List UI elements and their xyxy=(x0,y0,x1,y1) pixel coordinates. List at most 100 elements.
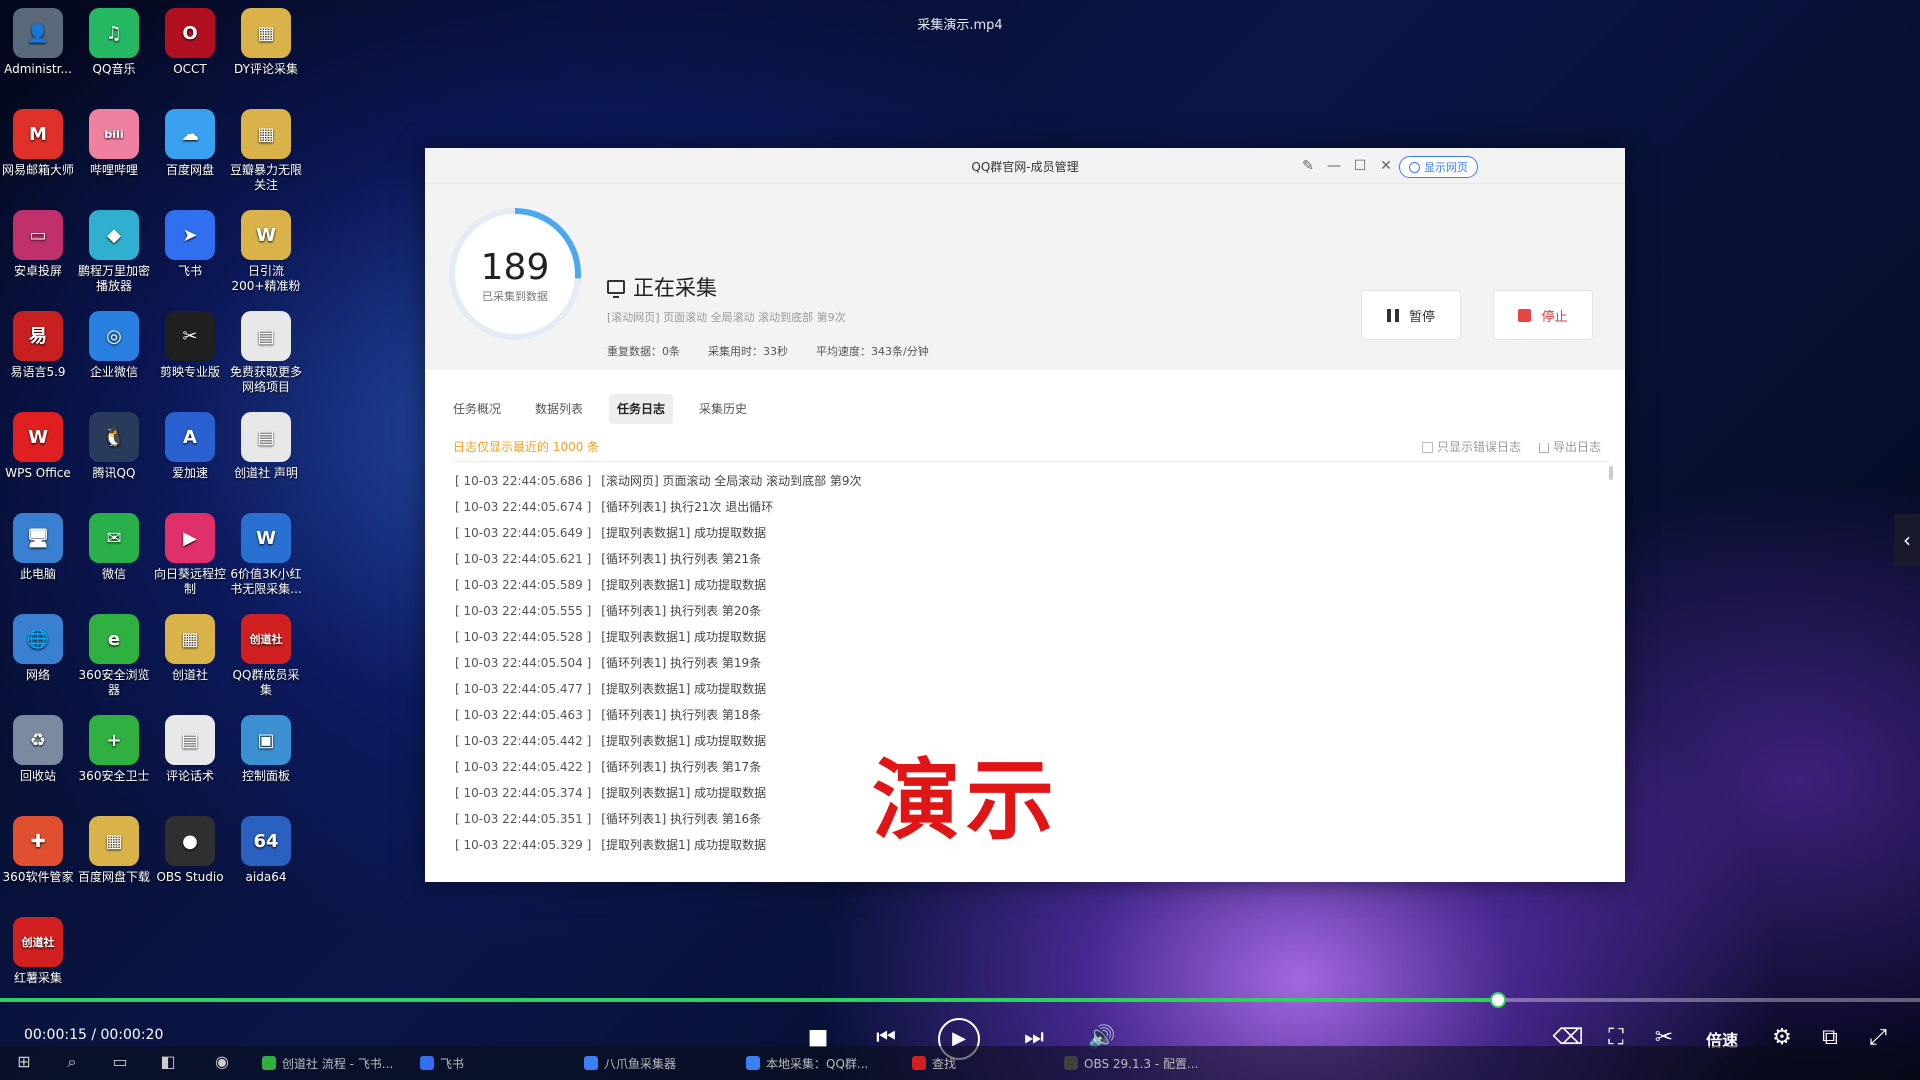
desktop-icon[interactable]: ♻ 回收站 xyxy=(0,715,76,784)
desktop-icon[interactable]: ▶ 向日葵远程控制 xyxy=(152,513,228,597)
desktop-icon[interactable]: 易易语言5.9 xyxy=(0,311,76,380)
app-icon: ▣ xyxy=(241,715,291,765)
chevron-left-icon[interactable]: ‹ xyxy=(1894,514,1920,566)
desktop-icon[interactable]: ● OBS Studio xyxy=(152,816,228,885)
desktop-icon[interactable]: +360安全卫士 xyxy=(76,715,152,784)
desktop-icon[interactable]: ▭ 安卓投屏 xyxy=(0,210,76,279)
desktop-icon[interactable]: ▤ 评论话术 xyxy=(152,715,228,784)
desktop-icon-label: QQ群成员采集 xyxy=(232,668,300,697)
log-message: [循环列表1] 执行21次 退出循环 xyxy=(601,500,774,514)
app-icon: ▤ xyxy=(241,412,291,462)
desktop-icon[interactable]: bili 哔哩哔哩 xyxy=(76,109,152,178)
desktop-icon[interactable]: ➤ 飞书 xyxy=(152,210,228,279)
desktop-icon[interactable]: ▦ 创道社 xyxy=(152,614,228,683)
desktop-icon[interactable]: ☁ 百度网盘 xyxy=(152,109,228,178)
desktop-icon[interactable]: M 网易邮箱大师 xyxy=(0,109,76,178)
log-message: [循环列表1] 执行列表 第19条 xyxy=(601,656,762,670)
log-timestamp: [ 10-03 22:44:05.351 ] xyxy=(455,812,592,826)
desktop-icon[interactable]: 创道社 红薯采集 xyxy=(0,917,76,986)
app-icon: ◆ xyxy=(89,210,139,260)
tab-overview[interactable]: 任务概况 xyxy=(445,394,509,424)
task-view-icon[interactable]: ▭ xyxy=(110,1052,130,1072)
desktop-icon[interactable]: ▤ 创道社 声明 xyxy=(228,412,304,481)
pause-button[interactable]: 暂停 xyxy=(1361,290,1461,340)
log-message: [提取列表数据1] 成功提取数据 xyxy=(601,838,767,852)
desktop-icon-label: 此电脑 xyxy=(19,567,56,581)
stats-row: 重复数据：0条 采集用时：33秒 平均速度：343条/分钟 xyxy=(607,343,929,359)
desktop-icon[interactable]: 64 aida64 xyxy=(228,816,304,885)
desktop-icon[interactable]: ▦ DY评论采集 xyxy=(228,8,304,77)
export-log-button[interactable]: 导出日志 xyxy=(1538,438,1601,455)
desktop-icon[interactable]: 🖥 此电脑 xyxy=(0,513,76,582)
desktop-icon[interactable]: O OCCT xyxy=(152,8,228,77)
log-notice: 日志仅显示最近的 1000 条 xyxy=(453,440,600,454)
desktop-icons: 👤 Administr... ♫ QQ音乐 O OCCT ▦ DY评论采集 M 网易邮箱大师 bil… xyxy=(0,0,310,1000)
video-progress-knob[interactable] xyxy=(1489,992,1506,1008)
desktop-icon-label: QQ音乐 xyxy=(92,62,136,76)
desktop-icon[interactable]: 👤 Administr... xyxy=(0,8,76,77)
desktop-icon[interactable]: W 6价值3K小红书无限采集... xyxy=(228,513,304,597)
close-button[interactable]: ✕ xyxy=(1375,155,1397,177)
desktop-icon[interactable]: e 360安全浏览器 xyxy=(76,614,152,698)
desktop-icon[interactable]: ▦ 豆瓣暴力无限关注 xyxy=(228,109,304,193)
desktop-icon[interactable]: A 爱加速 xyxy=(152,412,228,481)
desktop-icon[interactable]: ✚ 360软件管家 xyxy=(0,816,76,885)
app-icon: bili xyxy=(89,109,139,159)
desktop-icon[interactable]: ▣ 控制面板 xyxy=(228,715,304,784)
video-progress-bar[interactable] xyxy=(0,992,1920,1008)
maximize-button[interactable]: ☐ xyxy=(1349,155,1371,177)
desktop-icon[interactable]: 🐧 腾讯QQ xyxy=(76,412,152,481)
current-action: [滚动网页] 页面滚动 全局滚动 滚动到底部 第9次 xyxy=(607,311,846,324)
log-entry: [ 10-03 22:44:05.589 ] [提取列表数据1] 成功提取数据 xyxy=(455,572,1595,598)
desktop-icon[interactable]: ◎ 企业微信 xyxy=(76,311,152,380)
edit-icon[interactable]: ✎ xyxy=(1297,155,1319,177)
edge-icon[interactable]: ◉ xyxy=(212,1052,232,1072)
desktop-icon-label: 向日葵远程控制 xyxy=(153,567,226,596)
taskbar-task[interactable]: 飞书 xyxy=(420,1052,464,1074)
tab-data-list[interactable]: 数据列表 xyxy=(527,394,591,424)
taskbar-task[interactable]: 创道社 流程 - 飞书... xyxy=(262,1052,393,1074)
desktop-icon[interactable]: ♫ QQ音乐 xyxy=(76,8,152,77)
desktop-icon-label: Administr... xyxy=(4,62,72,76)
minimize-button[interactable]: — xyxy=(1323,155,1345,177)
show-web-button[interactable]: 显示网页 xyxy=(1399,156,1478,178)
desktop-icon[interactable]: 🌐 网络 xyxy=(0,614,76,683)
desktop-icon[interactable]: ▤ 免费获取更多网络项目 xyxy=(228,311,304,395)
desktop-icon[interactable]: 创道社 QQ群成员采集 xyxy=(228,614,304,698)
desktop-icon[interactable]: W 日引流200+精准粉 xyxy=(228,210,304,294)
desktop-icon-label: 360软件管家 xyxy=(2,870,74,884)
desktop-icon[interactable]: ◆ 鹏程万里加密播放器 xyxy=(76,210,152,294)
desktop-icon-label: 创道社 声明 xyxy=(234,466,298,480)
stop-icon xyxy=(1518,308,1532,322)
search-icon[interactable]: ⌕ xyxy=(62,1052,82,1072)
desktop-icon-label: 百度网盘 xyxy=(165,163,214,177)
taskbar-task[interactable]: 八爪鱼采集器 xyxy=(584,1052,676,1074)
scrollbar[interactable] xyxy=(1609,466,1613,480)
app-icon: W xyxy=(13,412,63,462)
app-icon xyxy=(420,1056,434,1070)
stop-button[interactable]: 停止 xyxy=(1493,290,1593,340)
desktop-icon[interactable]: W WPS Office xyxy=(0,412,76,481)
log-entry: [ 10-03 22:44:05.477 ] [提取列表数据1] 成功提取数据 xyxy=(455,676,1595,702)
video-progress-fill xyxy=(0,998,1498,1002)
desktop-icon-label: 6价值3K小红书无限采集... xyxy=(230,567,302,596)
taskbar-task[interactable]: 本地采集：QQ群... xyxy=(746,1052,868,1074)
checkbox[interactable] xyxy=(1421,442,1433,453)
log-timestamp: [ 10-03 22:44:05.504 ] xyxy=(455,656,592,670)
taskbar-task[interactable]: OBS 29.1.3 - 配置... xyxy=(1064,1052,1198,1074)
log-entry: [ 10-03 22:44:05.649 ] [提取列表数据1] 成功提取数据 xyxy=(455,520,1595,546)
app-icon xyxy=(912,1056,926,1070)
log-tools: 只显示错误日志 导出日志 xyxy=(1421,438,1601,455)
taskbar-task-label: 本地采集：QQ群... xyxy=(766,1056,869,1071)
desktop-icon[interactable]: ✂ 剪映专业版 xyxy=(152,311,228,380)
only-errors-toggle[interactable]: 只显示错误日志 xyxy=(1421,438,1521,455)
windows-start-icon[interactable]: ⊞ xyxy=(14,1052,34,1072)
desktop-icon-label: WPS Office xyxy=(5,466,71,480)
desktop-icon[interactable]: ▦ 百度网盘下载 xyxy=(76,816,152,885)
desktop-icon[interactable]: ✉ 微信 xyxy=(76,513,152,582)
window-titlebar[interactable]: QQ群官网-成员管理 显示网页 ✎ — ☐ ✕ xyxy=(425,148,1625,184)
tab-task-log[interactable]: 任务日志 xyxy=(609,394,674,424)
tab-history[interactable]: 采集历史 xyxy=(691,394,755,424)
taskbar-task[interactable]: 查找 xyxy=(912,1052,956,1074)
widgets-icon[interactable]: ◧ xyxy=(158,1052,178,1072)
